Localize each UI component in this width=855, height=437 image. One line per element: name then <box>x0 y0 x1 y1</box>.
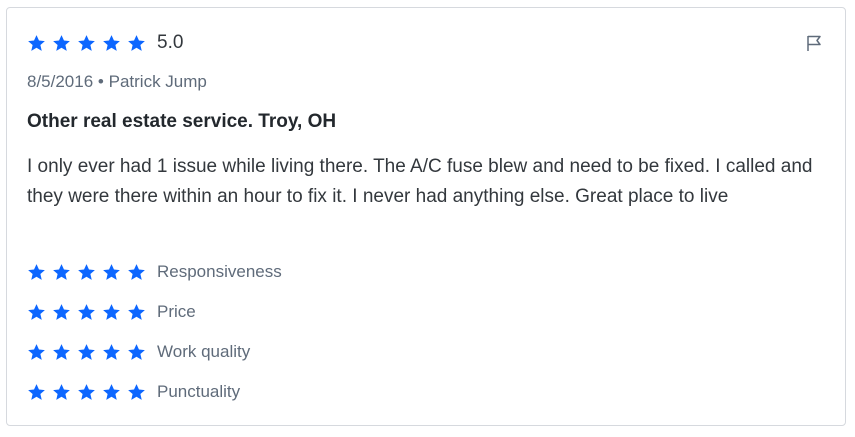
star-icon <box>52 303 71 322</box>
sub-rating-stars <box>27 383 146 402</box>
star-icon <box>102 263 121 282</box>
star-icon <box>77 303 96 322</box>
star-icon <box>52 343 71 362</box>
sub-rating-punctuality: Punctuality <box>27 382 240 402</box>
star-icon <box>127 383 146 402</box>
star-icon <box>77 34 96 53</box>
star-icon <box>77 263 96 282</box>
star-icon <box>127 343 146 362</box>
star-icon <box>127 34 146 53</box>
star-icon <box>52 263 71 282</box>
sub-rating-stars <box>27 343 146 362</box>
star-icon <box>127 263 146 282</box>
star-icon <box>102 343 121 362</box>
sub-rating-label: Punctuality <box>157 382 241 401</box>
sub-rating-label: Work quality <box>157 342 251 361</box>
overall-rating-row: 5.0 <box>27 32 183 54</box>
sub-rating-label: Responsiveness <box>157 262 282 281</box>
review-date: 8/5/2016 <box>27 72 94 91</box>
star-icon <box>127 303 146 322</box>
star-icon <box>27 343 46 362</box>
review-title: Other real estate service. Troy, OH <box>27 111 337 132</box>
review-author: Patrick Jump <box>108 72 207 91</box>
sub-rating-price: Price <box>27 302 196 322</box>
star-icon <box>27 383 46 402</box>
sub-rating-work-quality: Work quality <box>27 342 250 362</box>
sub-rating-responsiveness: Responsiveness <box>27 262 282 282</box>
rating-score: 5.0 <box>157 32 184 53</box>
sub-rating-stars <box>27 263 146 282</box>
star-icon <box>52 383 71 402</box>
meta-separator: • <box>97 72 104 91</box>
star-icon <box>27 34 46 53</box>
star-icon <box>27 303 46 322</box>
flag-icon[interactable] <box>805 34 823 52</box>
star-icon <box>27 263 46 282</box>
star-icon <box>77 343 96 362</box>
review-body: I only ever had 1 issue while living the… <box>27 156 813 207</box>
sub-rating-stars <box>27 303 146 322</box>
overall-stars <box>27 34 146 53</box>
review-meta: 8/5/2016 • Patrick Jump <box>27 72 207 92</box>
star-icon <box>102 383 121 402</box>
star-icon <box>102 303 121 322</box>
star-icon <box>77 383 96 402</box>
sub-rating-label: Price <box>157 302 196 321</box>
review-card: 5.0 8/5/2016 • Patrick Jump Other real e… <box>6 7 846 426</box>
star-icon <box>52 34 71 53</box>
star-icon <box>102 34 121 53</box>
